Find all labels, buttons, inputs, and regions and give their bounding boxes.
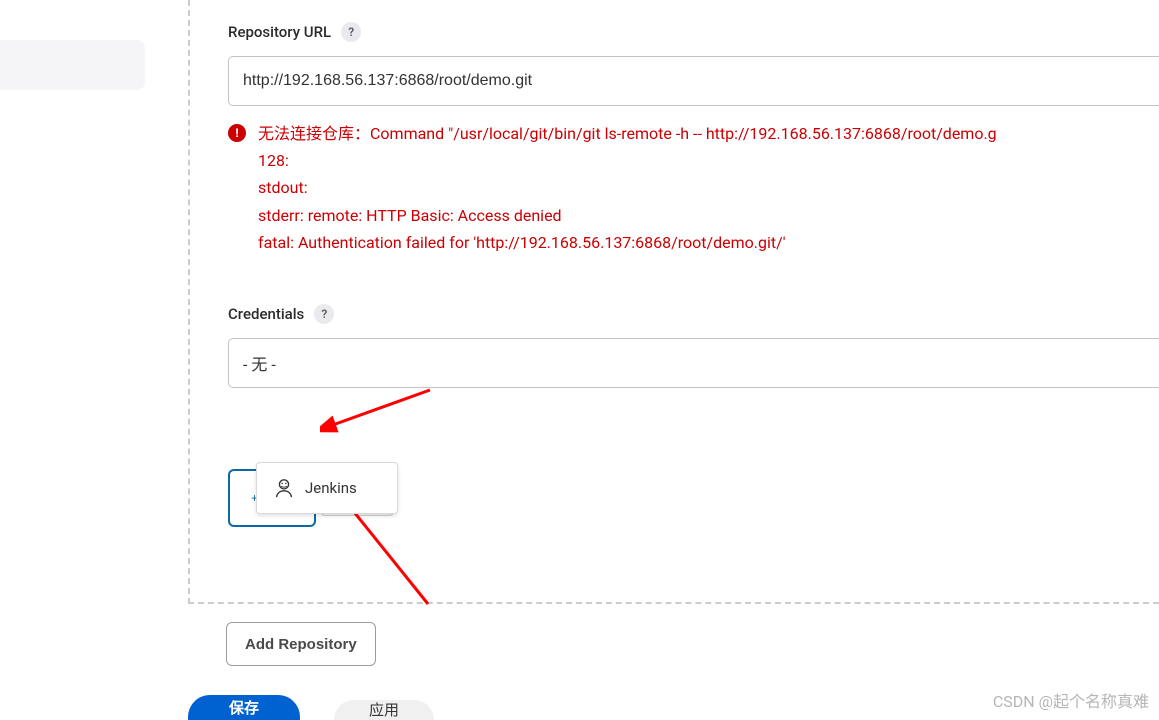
repository-url-field: Repository URL ? bbox=[228, 22, 1159, 106]
bottom-bar: 保存 应用 bbox=[188, 695, 434, 720]
add-repository-button[interactable]: Add Repository bbox=[226, 622, 376, 666]
error-message: ! 无法连接仓库：Command "/usr/local/git/bin/git… bbox=[228, 120, 1159, 256]
add-credentials-dropdown: Jenkins bbox=[256, 462, 398, 514]
error-icon: ! bbox=[228, 124, 246, 142]
repository-url-label-row: Repository URL ? bbox=[228, 22, 1159, 42]
help-icon[interactable]: ? bbox=[314, 304, 334, 324]
help-icon[interactable]: ? bbox=[341, 22, 361, 42]
repository-url-label: Repository URL bbox=[228, 23, 331, 41]
dropdown-item-label: Jenkins bbox=[305, 479, 357, 497]
credentials-selected-value: - 无 - bbox=[243, 351, 276, 375]
apply-button[interactable]: 应用 bbox=[334, 700, 434, 720]
dropdown-item-jenkins[interactable]: Jenkins bbox=[257, 463, 397, 513]
credentials-label: Credentials bbox=[228, 305, 304, 323]
add-repository-label: Add Repository bbox=[245, 636, 357, 653]
sidebar-stub bbox=[0, 40, 145, 90]
jenkins-icon bbox=[273, 477, 295, 499]
credentials-label-row: Credentials ? bbox=[228, 304, 1159, 324]
save-button[interactable]: 保存 bbox=[188, 695, 300, 720]
credentials-select[interactable]: - 无 - bbox=[228, 338, 1159, 388]
repository-url-input[interactable] bbox=[228, 56, 1159, 106]
error-text: 无法连接仓库：Command "/usr/local/git/bin/git l… bbox=[258, 120, 997, 256]
